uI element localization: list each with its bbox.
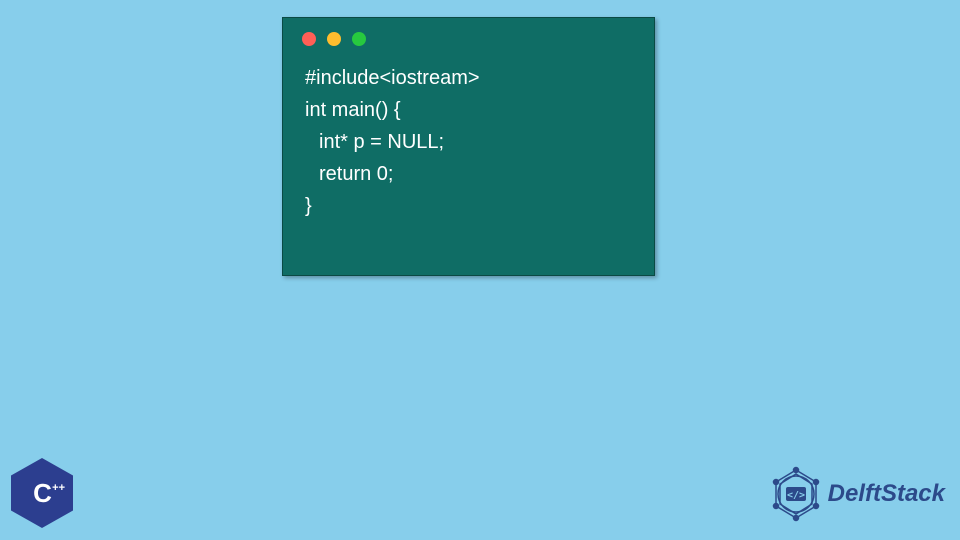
delftstack-logo: </> DelftStack <box>768 466 945 522</box>
code-line: int main() { <box>305 94 632 126</box>
window-controls <box>283 18 654 52</box>
delftstack-emblem-icon: </> <box>768 466 824 522</box>
code-line: #include<iostream> <box>305 62 632 94</box>
cpp-plus: ++ <box>52 484 65 493</box>
svg-text:</>: </> <box>787 490 805 501</box>
maximize-dot-icon <box>352 32 366 46</box>
minimize-dot-icon <box>327 32 341 46</box>
cpp-hexagon-icon: C ++ <box>11 458 73 528</box>
code-line: int* p = NULL; <box>305 126 632 158</box>
delftstack-text: DelftStack <box>828 480 945 508</box>
close-dot-icon <box>302 32 316 46</box>
code-line: } <box>305 190 632 222</box>
code-window: #include<iostream> int main() { int* p =… <box>282 17 655 276</box>
cpp-letter: C <box>33 478 51 509</box>
cpp-language-badge: C ++ <box>11 458 73 528</box>
code-content: #include<iostream> int main() { int* p =… <box>283 52 654 232</box>
code-line: return 0; <box>305 158 632 190</box>
